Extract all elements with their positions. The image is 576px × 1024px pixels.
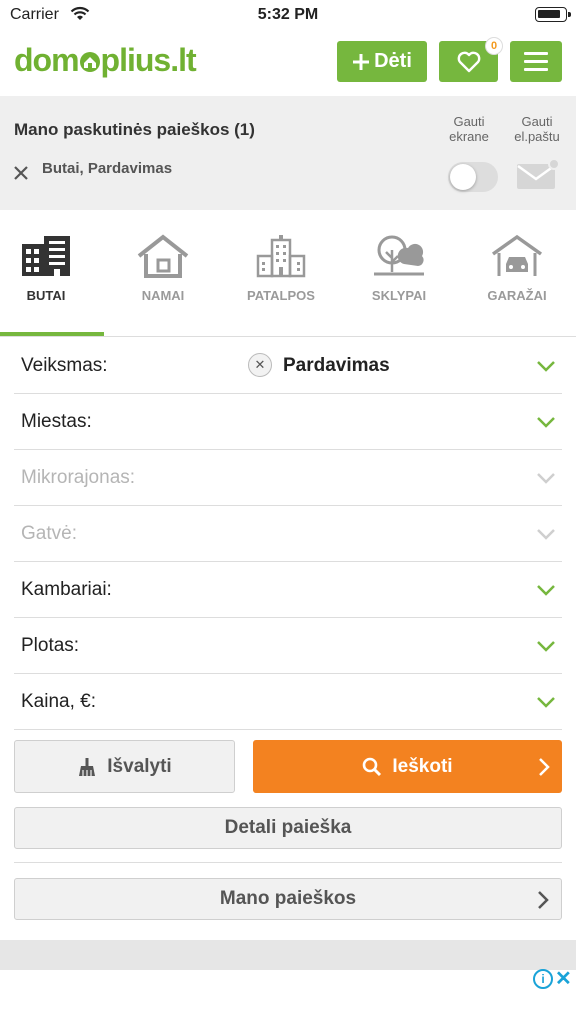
apartment-icon	[22, 236, 70, 276]
filter-label: Miestas:	[21, 411, 92, 432]
category-label: PATALPOS	[247, 288, 315, 303]
divider	[0, 336, 576, 337]
filter-label: Veiksmas:	[21, 355, 108, 376]
heart-icon	[457, 51, 480, 72]
filter-row-plotas[interactable]: Plotas:	[14, 618, 562, 674]
commercial-building-icon	[256, 235, 306, 278]
ad-close-icon[interactable]: ✕	[555, 966, 572, 991]
plus-icon	[353, 53, 370, 70]
detailed-search-button[interactable]: Detali paieška	[14, 807, 562, 849]
chevron-down-icon	[537, 697, 555, 708]
category-label: BUTAI	[26, 288, 66, 303]
notify-screen-label: Gauti ekrane	[446, 114, 492, 144]
search-icon	[363, 757, 382, 776]
filter-label: Mikrorajonas:	[21, 467, 136, 488]
chevron-down-icon	[537, 417, 555, 428]
chevron-down-icon	[537, 641, 555, 652]
filter-label: Gatvė:	[21, 523, 77, 544]
my-searches-label: Mano paieškos	[219, 888, 357, 909]
garage-icon	[491, 234, 543, 276]
category-tab-patalpos[interactable]: PATALPOS	[222, 232, 340, 336]
category-tab-sklypai[interactable]: SKLYPAI	[340, 232, 458, 336]
hamburger-line	[524, 68, 548, 71]
filter-label: Plotas:	[21, 635, 80, 656]
recent-searches-title: Mano paskutinės paieškos (1)	[14, 120, 255, 139]
hamburger-line	[524, 52, 548, 55]
category-label: SKLYPAI	[371, 288, 427, 303]
footer-separator	[0, 940, 576, 970]
ad-banner[interactable]	[0, 970, 576, 1024]
category-label: GARAŽAI	[487, 288, 547, 303]
menu-button[interactable]	[510, 41, 562, 82]
battery-icon	[535, 7, 571, 22]
logo-house-mark	[79, 52, 100, 72]
chevron-right-icon	[539, 758, 550, 776]
clear-filters-button[interactable]: Išvalyti	[14, 740, 235, 793]
logo-text-start: dom	[14, 42, 80, 78]
filter-row-kambariai[interactable]: Kambariai:	[14, 562, 562, 618]
add-listing-button[interactable]: Dėti	[337, 41, 427, 82]
ad-info-icon[interactable]: i	[533, 969, 553, 989]
status-bar: Carrier 5:32 PM	[0, 0, 576, 30]
filter-row-gatve: Gatvė:	[14, 506, 562, 562]
recent-searches-panel: Mano paskutinės paieškos (1) Butai, Pard…	[0, 96, 576, 210]
chevron-down-icon	[537, 473, 555, 484]
notify-screen-label-line1: Gauti	[453, 114, 485, 129]
notify-screen-label-line2: ekrane	[449, 129, 489, 144]
category-tab-butai[interactable]: BUTAI	[0, 232, 105, 336]
clock: 5:32 PM	[257, 6, 319, 23]
add-listing-label: Dėti	[374, 50, 412, 72]
filter-label: Kambariai:	[21, 579, 112, 600]
category-label: NAMAI	[141, 288, 185, 303]
broom-icon	[79, 757, 96, 776]
clear-value-icon[interactable]: ✕	[248, 353, 272, 377]
close-icon[interactable]	[14, 166, 28, 180]
category-tab-namai[interactable]: NAMAI	[104, 232, 222, 336]
filter-value: Pardavimas	[283, 355, 390, 376]
clear-filters-label: Išvalyti	[107, 755, 172, 777]
my-searches-button[interactable]: Mano paieškos	[14, 878, 562, 920]
detailed-search-label: Detali paieška	[224, 817, 352, 838]
chevron-right-icon	[538, 891, 549, 909]
favorites-count-badge: 0	[485, 37, 503, 55]
logo-text-end: plius.lt	[100, 42, 197, 78]
filter-row-veiksmas[interactable]: Veiksmas: ✕ Pardavimas	[14, 338, 562, 394]
chevron-down-icon	[537, 361, 555, 372]
house-icon	[137, 234, 189, 278]
filter-row-kaina[interactable]: Kaina, €:	[14, 674, 562, 730]
search-button[interactable]: Ieškoti	[253, 740, 562, 793]
divider	[14, 862, 562, 863]
screen-notify-toggle[interactable]	[448, 162, 498, 192]
site-logo[interactable]: dom plius.lt	[14, 42, 197, 79]
hamburger-line	[524, 60, 548, 63]
email-icon[interactable]	[516, 158, 562, 190]
chevron-down-icon	[537, 529, 555, 540]
filter-row-miestas[interactable]: Miestas:	[14, 394, 562, 450]
filter-row-mikrorajonas: Mikrorajonas:	[14, 450, 562, 506]
chevron-down-icon	[537, 585, 555, 596]
recent-search-item[interactable]: Butai, Pardavimas	[42, 160, 172, 177]
filter-label: Kaina, €:	[21, 691, 96, 712]
land-plot-icon	[374, 235, 424, 276]
category-tab-garazai[interactable]: GARAŽAI	[458, 232, 576, 336]
notify-email-label-line1: Gauti	[521, 114, 553, 129]
notify-email-label-line2: el.paštu	[514, 129, 560, 144]
search-button-label: Ieškoti	[392, 755, 453, 777]
notify-email-label: Gauti el.paštu	[508, 114, 566, 144]
